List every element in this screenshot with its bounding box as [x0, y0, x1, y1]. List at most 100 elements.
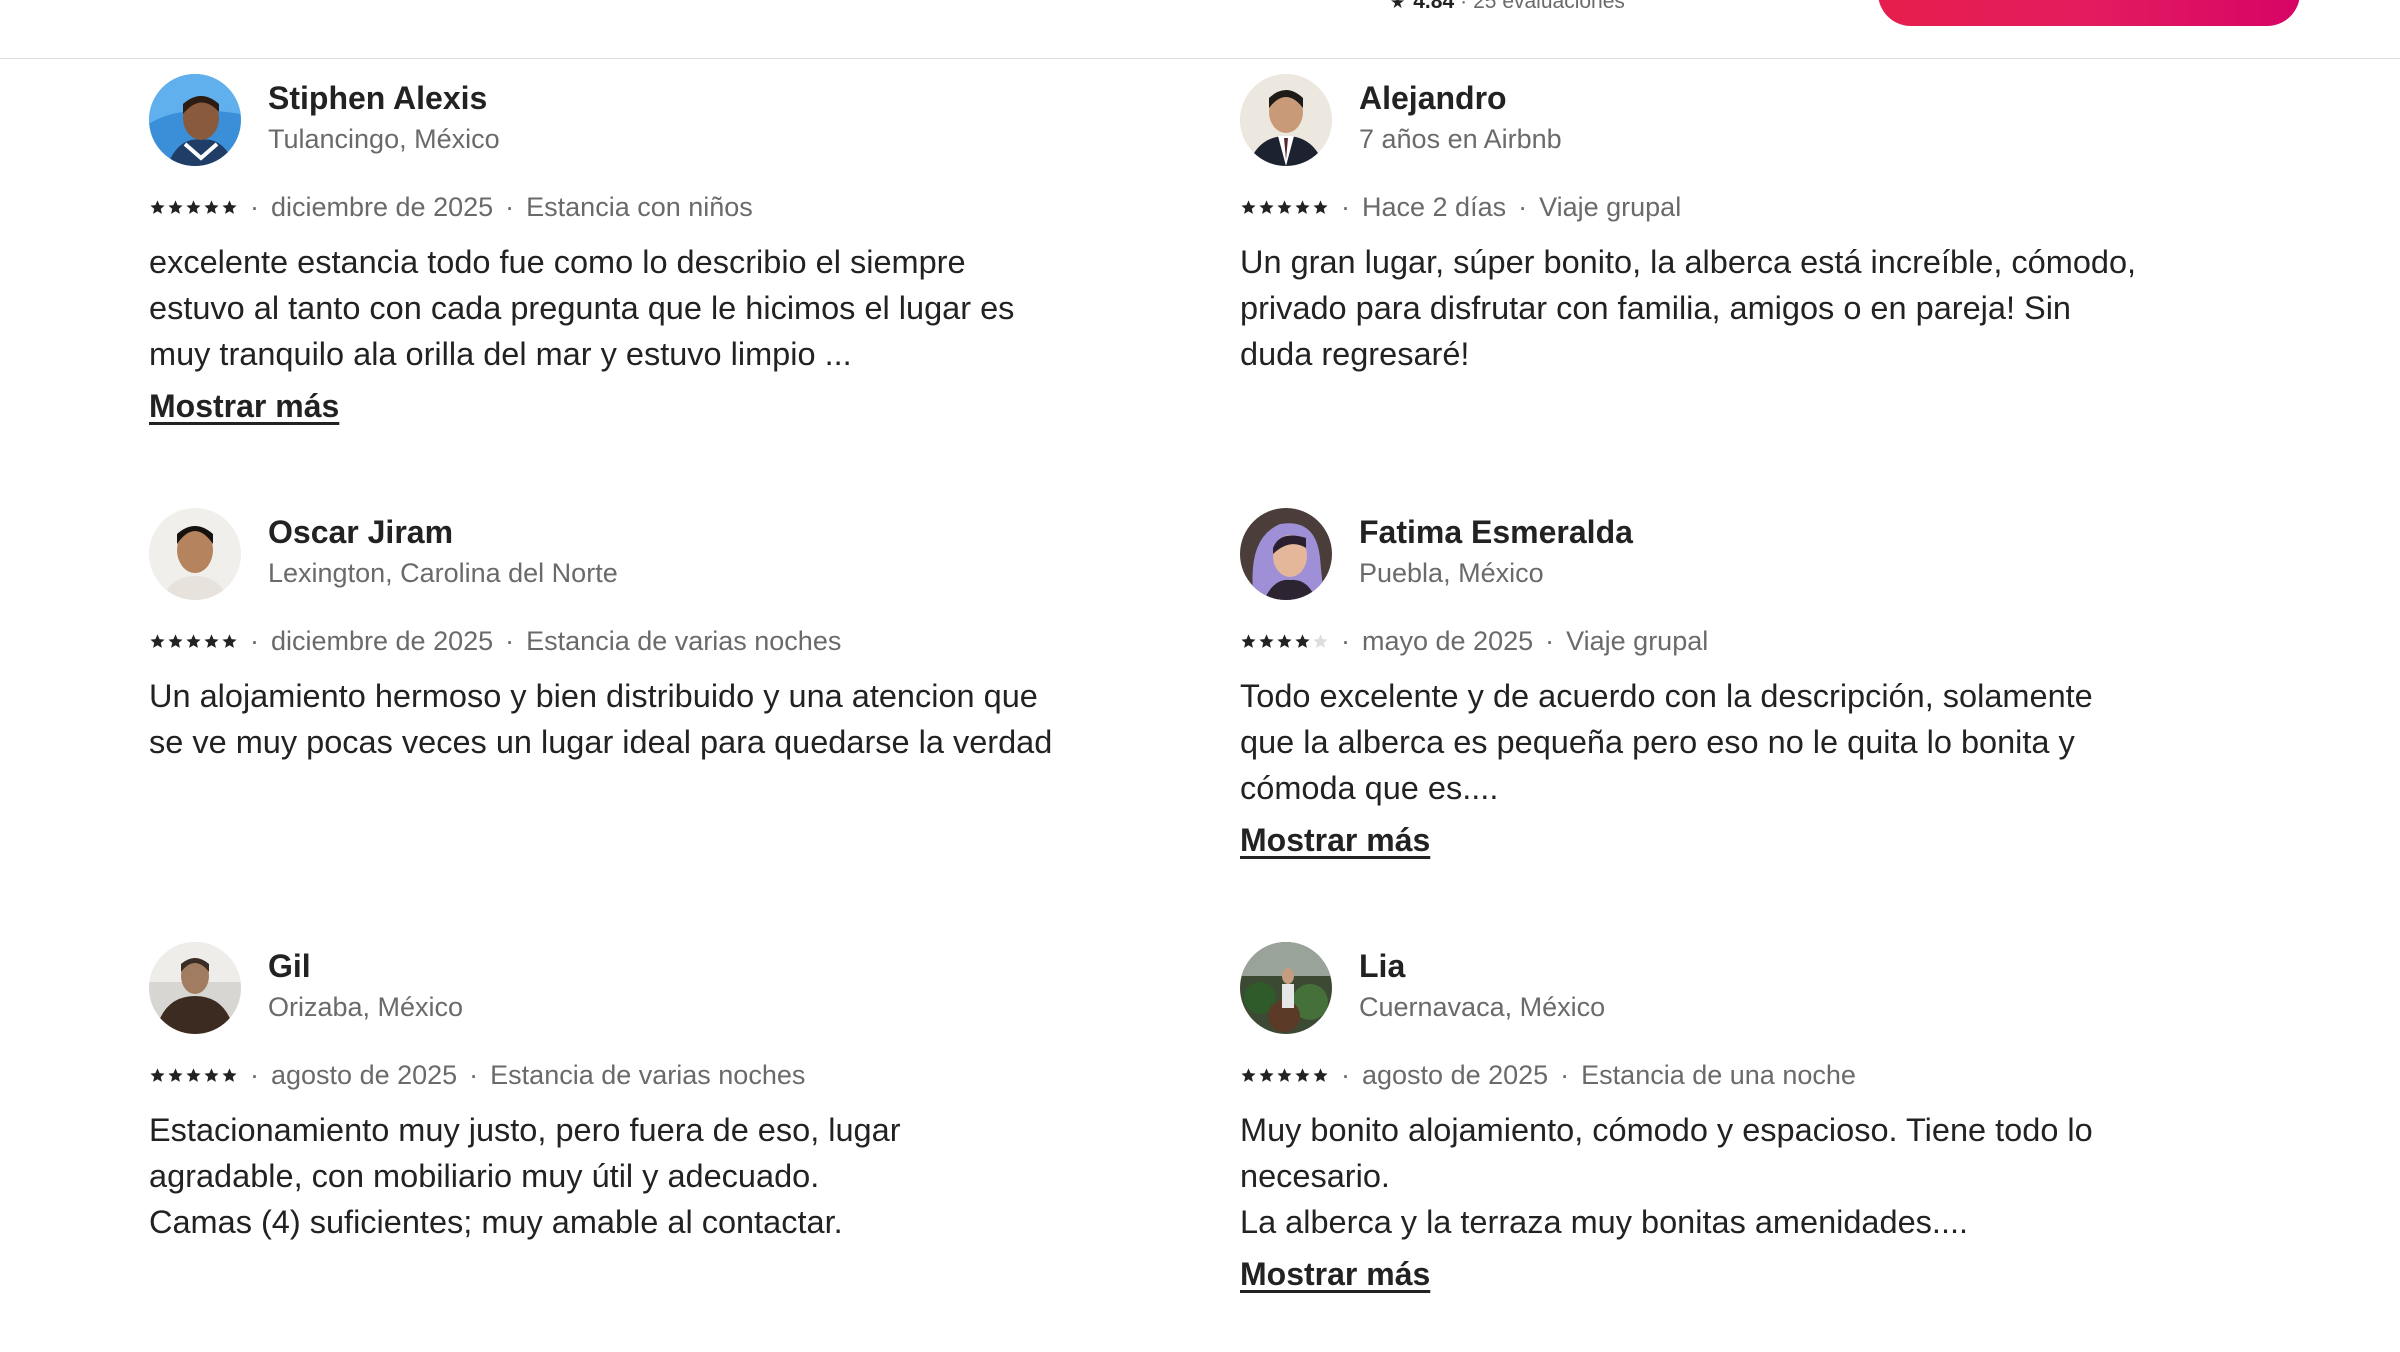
stay-type: Estancia con niños [526, 191, 753, 222]
reviewer-name: Fatima Esmeralda [1359, 514, 1633, 550]
review-text-line: Un alojamiento hermoso y bien distribuid… [149, 678, 1038, 714]
star-rating [149, 633, 238, 650]
review-count-link[interactable]: 25 evaluaciones [1473, 0, 1625, 13]
star-icon: ★ [1390, 0, 1406, 12]
meta-separator: · [1341, 1059, 1350, 1090]
review-text: Un alojamiento hermoso y bien distribuid… [149, 673, 1052, 765]
avatar[interactable] [149, 508, 241, 600]
star-filled-icon [1313, 1067, 1328, 1082]
review-meta: · diciembre de 2025 · Estancia con niños [149, 191, 753, 223]
reviewer-name: Gil [268, 948, 311, 984]
review-meta: · diciembre de 2025 · Estancia de varias… [149, 625, 841, 657]
meta-separator: · [505, 625, 515, 656]
star-filled-icon [222, 633, 237, 648]
meta-separator: · [1518, 191, 1528, 222]
stay-type: Estancia de varias noches [526, 625, 842, 656]
reviewer-location: Orizaba, México [268, 992, 464, 1022]
review-text-line: necesario. [1240, 1158, 1390, 1194]
review-text-line: Estacionamiento muy justo, pero fuera de… [149, 1112, 901, 1148]
stay-type: Viaje grupal [1566, 625, 1709, 656]
star-filled-icon [186, 1067, 201, 1082]
review-text-line: privado para disfrutar con familia, amig… [1240, 290, 2071, 326]
star-rating [1240, 633, 1329, 650]
star-filled-icon [1277, 199, 1292, 214]
star-filled-icon [1295, 1067, 1310, 1082]
star-filled-icon [168, 633, 183, 648]
star-filled-icon [1259, 1067, 1274, 1082]
star-filled-icon [1295, 199, 1310, 214]
reviewer-location: Puebla, México [1359, 558, 1544, 588]
review-text-line: Muy bonito alojamiento, cómodo y espacio… [1240, 1112, 2093, 1148]
show-more-link[interactable]: Mostrar más [1240, 1256, 1430, 1293]
review-date: agosto de 2025 [271, 1059, 458, 1090]
star-filled-icon [1241, 633, 1256, 648]
reviewer-name: Stiphen Alexis [268, 80, 488, 116]
review-text-line: excelente estancia todo fue como lo desc… [149, 244, 966, 280]
meta-separator: · [250, 1059, 259, 1090]
star-filled-icon [1313, 199, 1328, 214]
reviewer-name: Oscar Jiram [268, 514, 454, 550]
star-filled-icon [168, 199, 183, 214]
meta-separator: · [1545, 625, 1555, 656]
review-text: Un gran lugar, súper bonito, la alberca … [1240, 239, 2136, 377]
star-filled-icon [1277, 1067, 1292, 1082]
avatar[interactable] [149, 942, 241, 1034]
review-meta: · agosto de 2025 · Estancia de varias no… [149, 1059, 805, 1091]
review-date: mayo de 2025 [1362, 625, 1534, 656]
review-date: Hace 2 días [1362, 191, 1507, 222]
star-filled-icon [168, 1067, 183, 1082]
avatar[interactable] [1240, 942, 1332, 1034]
star-rating [149, 199, 238, 216]
listing-rating-summary: ★ 4.84 · 25 evaluaciones [1390, 0, 1625, 14]
stay-type: Estancia de varias noches [490, 1059, 806, 1090]
review-text-line: La alberca y la terraza muy bonitas amen… [1240, 1204, 1969, 1240]
reviewer-name: Alejandro [1359, 80, 1507, 116]
review-meta: · Hace 2 días · Viaje grupal [1240, 191, 1681, 223]
star-rating [1240, 1067, 1329, 1084]
star-filled-icon [1259, 199, 1274, 214]
reviewer-tenure: 7 años en Airbnb [1359, 124, 1562, 154]
star-filled-icon [1295, 633, 1310, 648]
meta-separator: · [1341, 191, 1350, 222]
star-filled-icon [150, 633, 165, 648]
review-meta: · agosto de 2025 · Estancia de una noche [1240, 1059, 1856, 1091]
stay-type: Viaje grupal [1539, 191, 1682, 222]
star-filled-icon [150, 1067, 165, 1082]
show-more-link[interactable]: Mostrar más [1240, 822, 1430, 859]
reviewer-name: Lia [1359, 948, 1406, 984]
review-text-line: Todo excelente y de acuerdo con la descr… [1240, 678, 2093, 714]
star-filled-icon [204, 633, 219, 648]
meta-separator: · [250, 191, 259, 222]
star-filled-icon [1241, 1067, 1256, 1082]
star-filled-icon [1241, 199, 1256, 214]
review-text: Estacionamiento muy justo, pero fuera de… [149, 1107, 1039, 1245]
review-meta: · mayo de 2025 · Viaje grupal [1240, 625, 1708, 657]
show-more-link[interactable]: Mostrar más [149, 388, 339, 425]
avatar[interactable] [1240, 74, 1332, 166]
reviewer-location: Cuernavaca, México [1359, 992, 1606, 1022]
star-empty-icon [1313, 633, 1328, 648]
meta-separator: · [469, 1059, 479, 1090]
review-date: agosto de 2025 [1362, 1059, 1549, 1090]
review-text-line: Camas (4) suficientes; muy amable al con… [149, 1204, 843, 1240]
star-filled-icon [204, 1067, 219, 1082]
reserve-button[interactable] [1878, 0, 2300, 26]
star-filled-icon [222, 199, 237, 214]
stay-type: Estancia de una noche [1581, 1059, 1856, 1090]
star-rating [149, 1067, 238, 1084]
review-text-line: muy tranquilo ala orilla del mar y estuv… [149, 336, 852, 372]
star-filled-icon [186, 633, 201, 648]
meta-separator: · [1341, 625, 1350, 656]
star-filled-icon [186, 199, 201, 214]
rating-value: 4.84 [1413, 0, 1455, 13]
avatar[interactable] [1240, 508, 1332, 600]
meta-separator: · [505, 191, 515, 222]
star-filled-icon [150, 199, 165, 214]
review-text: Muy bonito alojamiento, cómodo y espacio… [1240, 1107, 2130, 1245]
avatar[interactable] [149, 74, 241, 166]
review-date: diciembre de 2025 [271, 625, 494, 656]
star-filled-icon [1277, 633, 1292, 648]
review-text: Todo excelente y de acuerdo con la descr… [1240, 673, 2130, 811]
meta-separator: · [250, 625, 259, 656]
rating-separator: · [1460, 0, 1468, 13]
